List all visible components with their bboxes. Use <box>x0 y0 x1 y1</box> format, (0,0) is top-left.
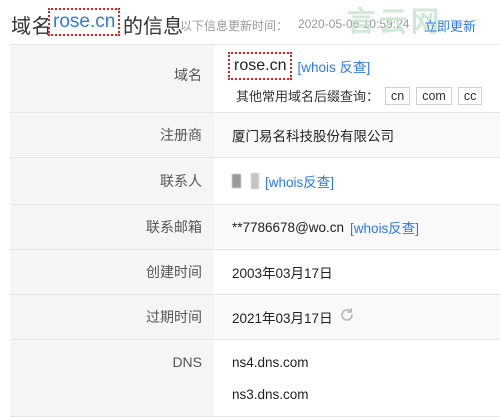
row-contact: 联系人 [whois反查] <box>10 158 500 205</box>
suffix-query: 其他常用域名后缀查询： cn com cc <box>236 86 488 105</box>
row-value-contact: [whois反查] <box>214 158 500 204</box>
row-label-created: 创建时间 <box>10 250 214 294</box>
row-label-email: 联系邮箱 <box>10 205 214 249</box>
domain-whois-link[interactable]: [whois 反查] <box>297 56 370 76</box>
update-time-label: 以下信息更新时间： <box>180 19 289 33</box>
domain-name: rose.cn <box>228 52 293 80</box>
suffix-chip-cn[interactable]: cn <box>385 86 411 105</box>
whois-info-table: 域名 rose.cn [whois 反查] 其他常用域名后缀查询： cn com… <box>10 44 500 417</box>
contact-whois-link[interactable]: [whois反查] <box>265 171 334 191</box>
dns-server: ns4.dns.com <box>232 354 309 370</box>
email-whois-link[interactable]: [whois反查] <box>350 217 419 237</box>
row-value-dns: ns4.dns.com ns3.dns.com <box>214 340 500 416</box>
row-label-domain: 域名 <box>10 45 214 112</box>
suffix-chip-cc[interactable]: cc <box>457 86 483 105</box>
row-value-expiry: 2021年03月17日 <box>214 295 500 339</box>
row-value-registrar: 厦门易名科技股份有限公司 <box>214 113 500 157</box>
row-expiry: 过期时间 2021年03月17日 <box>10 295 500 340</box>
row-label-registrar: 注册商 <box>10 113 214 157</box>
email-value: **7786678@wo.cn <box>232 219 345 235</box>
row-created: 创建时间 2003年03月17日 <box>10 250 500 295</box>
row-label-contact: 联系人 <box>10 158 214 204</box>
row-value-created: 2003年03月17日 <box>232 266 333 281</box>
row-dns: DNS ns4.dns.com ns3.dns.com <box>10 340 500 417</box>
row-email: 联系邮箱 **7786678@wo.cn [whois反查] <box>10 205 500 250</box>
row-domain: 域名 rose.cn [whois 反查] 其他常用域名后缀查询： cn com… <box>10 45 500 113</box>
row-value-domain: rose.cn [whois 反查] 其他常用域名后缀查询： cn com cc <box>214 45 500 112</box>
refresh-icon <box>340 307 353 321</box>
page-header: 域名 rose.cn 的信息 以下信息更新时间： 2020-05-06 10:5… <box>0 0 500 44</box>
title-domain: rose.cn <box>48 8 121 36</box>
dns-server: ns3.dns.com <box>232 386 309 402</box>
refresh-icon[interactable] <box>339 307 355 328</box>
redacted-contact-block <box>232 174 241 188</box>
title-prefix: 域名 <box>11 16 52 38</box>
expiry-value: 2021年03月17日 <box>232 311 333 326</box>
row-value-email: **7786678@wo.cn [whois反查] <box>214 205 500 249</box>
row-label-dns: DNS <box>10 340 214 416</box>
row-registrar: 注册商 厦门易名科技股份有限公司 <box>10 113 500 158</box>
title-suffix: 的信息 <box>123 16 183 38</box>
redacted-contact-block <box>251 173 259 189</box>
refresh-now-link[interactable]: 立即更新 <box>424 16 476 35</box>
row-label-expiry: 过期时间 <box>10 295 214 339</box>
suffix-query-label: 其他常用域名后缀查询： <box>236 89 380 104</box>
suffix-chip-com[interactable]: com <box>416 86 452 105</box>
